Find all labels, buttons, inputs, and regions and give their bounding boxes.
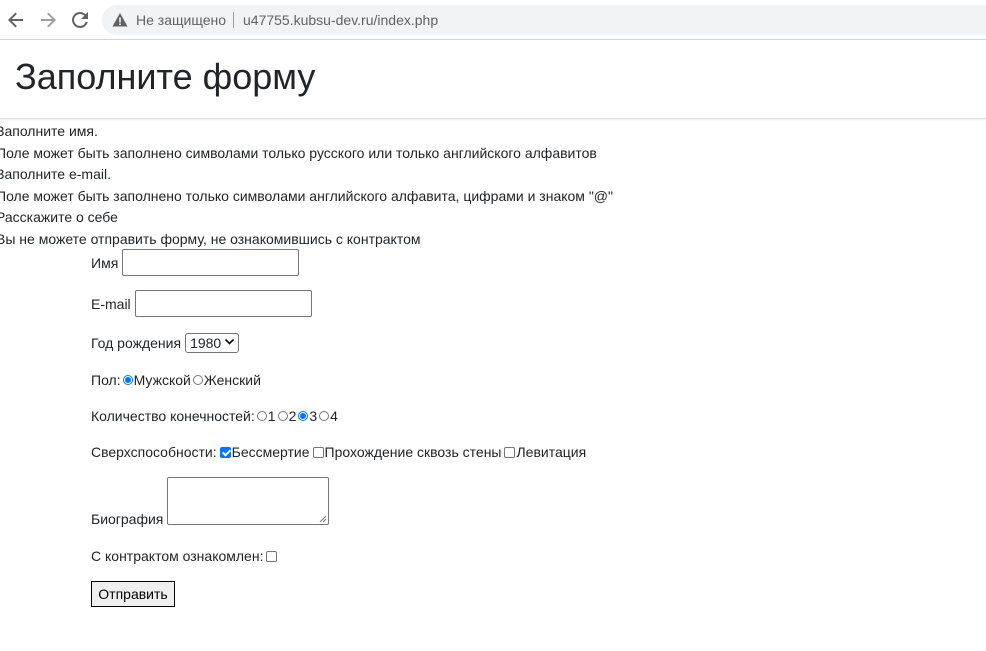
year-row: Год рождения 1980 [91, 333, 240, 353]
error-message: Поле может быть заполнено только символа… [0, 187, 613, 204]
bio-textarea[interactable] [167, 477, 330, 525]
gender-radio-female[interactable] [192, 375, 203, 385]
power-checkbox-walls[interactable] [312, 446, 324, 458]
limbs-option-4: 4 [330, 408, 338, 424]
gender-option-male: Мужской [133, 372, 191, 388]
power-option-levitation: Левитация [516, 444, 587, 460]
limbs-option-1: 1 [267, 408, 276, 424]
powers-row: Сверхспособности: Бессмертие Прохождение… [91, 444, 586, 460]
limbs-radio-2[interactable] [277, 411, 288, 421]
address-bar[interactable]: Не защищено u47755.kubsu-dev.ru/index.ph… [102, 5, 986, 35]
name-label: Имя [91, 254, 119, 271]
page-title: Заполните форму [15, 56, 316, 97]
limbs-option-2: 2 [288, 408, 297, 424]
error-message: Заполните имя. [0, 123, 98, 139]
limbs-radio-4[interactable] [319, 411, 330, 421]
gender-radio-male[interactable] [122, 375, 133, 385]
power-checkbox-immortality[interactable] [219, 446, 231, 458]
power-option-walls: Прохождение сквозь стены [324, 444, 502, 460]
limbs-row: Количество конечностей: 1 2 3 4 [91, 408, 338, 424]
back-icon[interactable] [5, 9, 27, 31]
contract-row: С контрактом ознакомлен: [91, 548, 278, 564]
browser-toolbar: Не защищено u47755.kubsu-dev.ru/index.ph… [0, 0, 986, 40]
error-messages: Заполните имя. Поле может быть заполнено… [0, 122, 613, 252]
page-header: Заполните форму [0, 40, 986, 119]
error-message: Заполните e-mail. [0, 166, 111, 183]
warning-icon [112, 12, 128, 31]
name-input[interactable] [122, 249, 300, 276]
gender-option-female: Женский [203, 372, 261, 388]
insecure-label[interactable]: Не защищено [136, 12, 226, 28]
year-select[interactable]: 1980 [185, 333, 240, 353]
reload-icon[interactable] [69, 9, 91, 31]
contract-checkbox[interactable] [266, 550, 278, 562]
forward-icon[interactable] [37, 9, 59, 31]
year-value: 1980 [190, 335, 222, 351]
chevron-down-icon [225, 339, 235, 345]
bio-row: Биография [91, 477, 330, 527]
url-separator [233, 12, 234, 28]
name-row: Имя [91, 249, 300, 276]
power-checkbox-levitation[interactable] [504, 446, 516, 458]
email-input[interactable] [134, 290, 312, 317]
email-row: E-mail [91, 290, 312, 317]
gender-row: Пол: Мужской Женский [91, 372, 261, 388]
bio-label: Биография [91, 511, 164, 527]
submit-button[interactable]: Отправить [91, 581, 175, 607]
email-label: E-mail [91, 295, 131, 312]
limbs-label: Количество конечностей: [91, 408, 255, 424]
limbs-radio-1[interactable] [256, 411, 267, 421]
url-text[interactable]: u47755.kubsu-dev.ru/index.php [243, 12, 438, 28]
limbs-option-3: 3 [309, 408, 318, 424]
powers-label: Сверхспособности: [91, 444, 217, 460]
limbs-radio-3[interactable] [298, 411, 309, 421]
error-message: Расскажите о себе [0, 209, 118, 226]
power-option-immortality: Бессмертие [231, 444, 310, 460]
contract-label: С контрактом ознакомлен: [91, 548, 264, 564]
resize-grip-icon[interactable] [319, 515, 327, 523]
gender-label: Пол: [91, 372, 121, 388]
error-message: Поле может быть заполнено символами толь… [0, 144, 597, 161]
year-label: Год рождения [91, 335, 182, 351]
